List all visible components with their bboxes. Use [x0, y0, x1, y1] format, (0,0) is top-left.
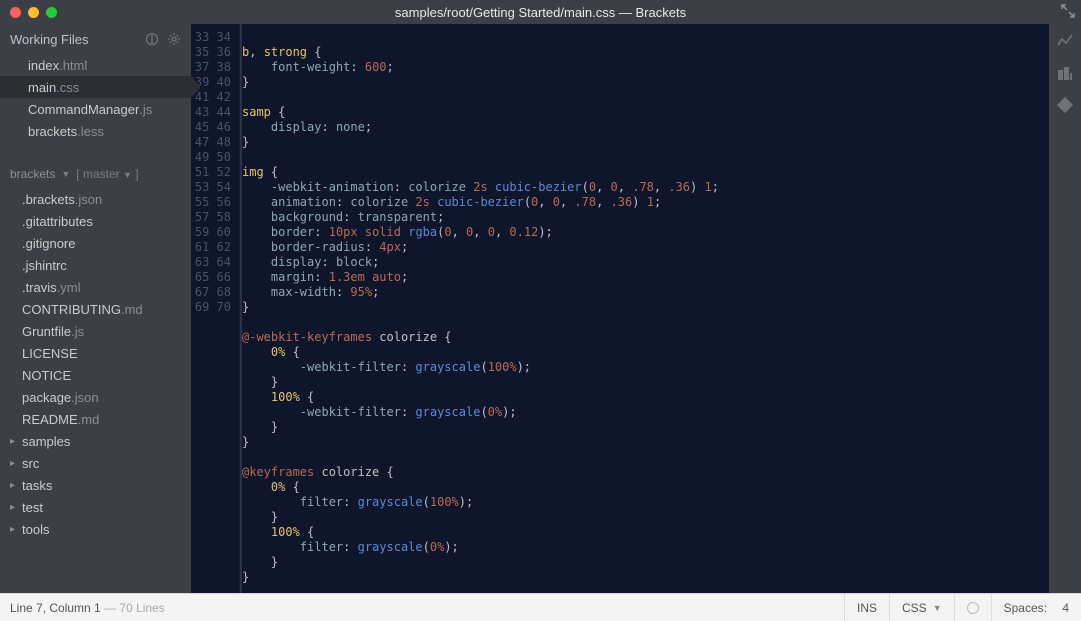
file-ext: .js	[139, 102, 152, 117]
linting-status[interactable]	[954, 594, 991, 621]
chevron-right-icon: ▸	[10, 480, 20, 491]
plugin-icon[interactable]	[1056, 96, 1074, 114]
file-name: Gruntfile	[22, 324, 71, 339]
file-ext: .json	[71, 390, 98, 405]
window-controls	[0, 7, 57, 18]
file-name: tasks	[22, 478, 52, 493]
status-bar: Line 7, Column 1 — 70 Lines INS CSS▼ Spa…	[0, 593, 1081, 621]
file-ext: .yml	[57, 280, 81, 295]
file-name: test	[22, 500, 43, 515]
gear-icon[interactable]	[167, 32, 181, 46]
tree-folder[interactable]: ▸test	[0, 496, 191, 518]
tree-folder[interactable]: ▸src	[0, 452, 191, 474]
file-name: CommandManager	[28, 102, 139, 117]
working-file-item[interactable]: main.css	[0, 76, 191, 98]
working-files-header[interactable]: Working Files	[0, 24, 191, 54]
sidebar: Working Files index.htmlmain.cssCommandM…	[0, 24, 191, 593]
language-mode[interactable]: CSS▼	[889, 594, 954, 621]
file-name: package	[22, 390, 71, 405]
gutter: 33 34 35 36 37 38 39 40 41 42 43 44 45 4…	[191, 24, 239, 593]
zoom-window-button[interactable]	[46, 7, 57, 18]
working-files-list: index.htmlmain.cssCommandManager.jsbrack…	[0, 54, 191, 142]
editor[interactable]: 33 34 35 36 37 38 39 40 41 42 43 44 45 4…	[191, 24, 1049, 593]
tree-folder[interactable]: ▸tasks	[0, 474, 191, 496]
file-name: NOTICE	[22, 368, 71, 383]
tree-file[interactable]: LICENSE	[0, 342, 191, 364]
file-ext: .css	[56, 80, 79, 95]
file-name: tools	[22, 522, 49, 537]
chevron-down-icon: ▼	[123, 170, 132, 180]
extension-rail	[1049, 24, 1081, 593]
branch-name: master	[83, 167, 120, 181]
insert-mode-toggle[interactable]: INS	[844, 594, 889, 621]
code-area[interactable]: b, strong { font-weight: 600; } samp { d…	[239, 24, 1049, 593]
extension-manager-icon[interactable]	[1056, 64, 1074, 82]
tree-folder[interactable]: ▸tools	[0, 518, 191, 540]
split-view-icon[interactable]	[145, 32, 159, 46]
working-file-item[interactable]: index.html	[0, 54, 191, 76]
file-name: .travis	[22, 280, 57, 295]
file-ext: .md	[78, 412, 100, 427]
project-header[interactable]: brackets ▼ [ master ▼ ]	[0, 160, 191, 188]
tree-file[interactable]: .gitignore	[0, 232, 191, 254]
tree-file[interactable]: README.md	[0, 408, 191, 430]
tree-folder[interactable]: ▸samples	[0, 430, 191, 452]
file-name: src	[22, 456, 39, 471]
tree-file[interactable]: NOTICE	[0, 364, 191, 386]
cursor-position[interactable]: Line 7, Column 1	[10, 601, 101, 615]
file-name: CONTRIBUTING	[22, 302, 121, 317]
minimize-window-button[interactable]	[28, 7, 39, 18]
file-name: brackets	[28, 124, 77, 139]
file-name: README	[22, 412, 78, 427]
file-ext: .less	[77, 124, 104, 139]
chevron-right-icon: ▸	[10, 436, 20, 447]
expand-icon[interactable]	[1061, 4, 1075, 18]
chevron-down-icon: ▼	[933, 603, 942, 613]
project-tree: .brackets.json.gitattributes.gitignore.j…	[0, 188, 191, 540]
circle-icon	[967, 602, 979, 614]
file-name: LICENSE	[22, 346, 78, 361]
chevron-right-icon: ▸	[10, 524, 20, 535]
tree-file[interactable]: package.json	[0, 386, 191, 408]
file-name: samples	[22, 434, 70, 449]
titlebar: samples/root/Getting Started/main.css — …	[0, 0, 1081, 24]
file-ext: .md	[121, 302, 143, 317]
chevron-down-icon: ▼	[61, 169, 70, 179]
file-name: .brackets	[22, 192, 75, 207]
file-name: .gitignore	[22, 236, 75, 251]
tree-file[interactable]: .gitattributes	[0, 210, 191, 232]
file-name: .jshintrc	[22, 258, 67, 273]
file-ext: .html	[59, 58, 87, 73]
chevron-right-icon: ▸	[10, 458, 20, 469]
working-file-item[interactable]: brackets.less	[0, 120, 191, 142]
total-lines: — 70 Lines	[101, 601, 165, 615]
tree-file[interactable]: .jshintrc	[0, 254, 191, 276]
indentation-setting[interactable]: Spaces: 4	[991, 594, 1081, 621]
close-window-button[interactable]	[10, 7, 21, 18]
chevron-right-icon: ▸	[10, 502, 20, 513]
window-title: samples/root/Getting Started/main.css — …	[0, 5, 1081, 20]
file-name: .gitattributes	[22, 214, 93, 229]
tree-file[interactable]: CONTRIBUTING.md	[0, 298, 191, 320]
live-preview-icon[interactable]	[1056, 32, 1074, 50]
tree-file[interactable]: .brackets.json	[0, 188, 191, 210]
project-name: brackets	[10, 167, 55, 181]
file-ext: .json	[75, 192, 102, 207]
working-file-item[interactable]: CommandManager.js	[0, 98, 191, 120]
working-files-label: Working Files	[10, 32, 145, 47]
file-name: main	[28, 80, 56, 95]
file-name: index	[28, 58, 59, 73]
tree-file[interactable]: .travis.yml	[0, 276, 191, 298]
file-ext: .js	[71, 324, 84, 339]
tree-file[interactable]: Gruntfile.js	[0, 320, 191, 342]
